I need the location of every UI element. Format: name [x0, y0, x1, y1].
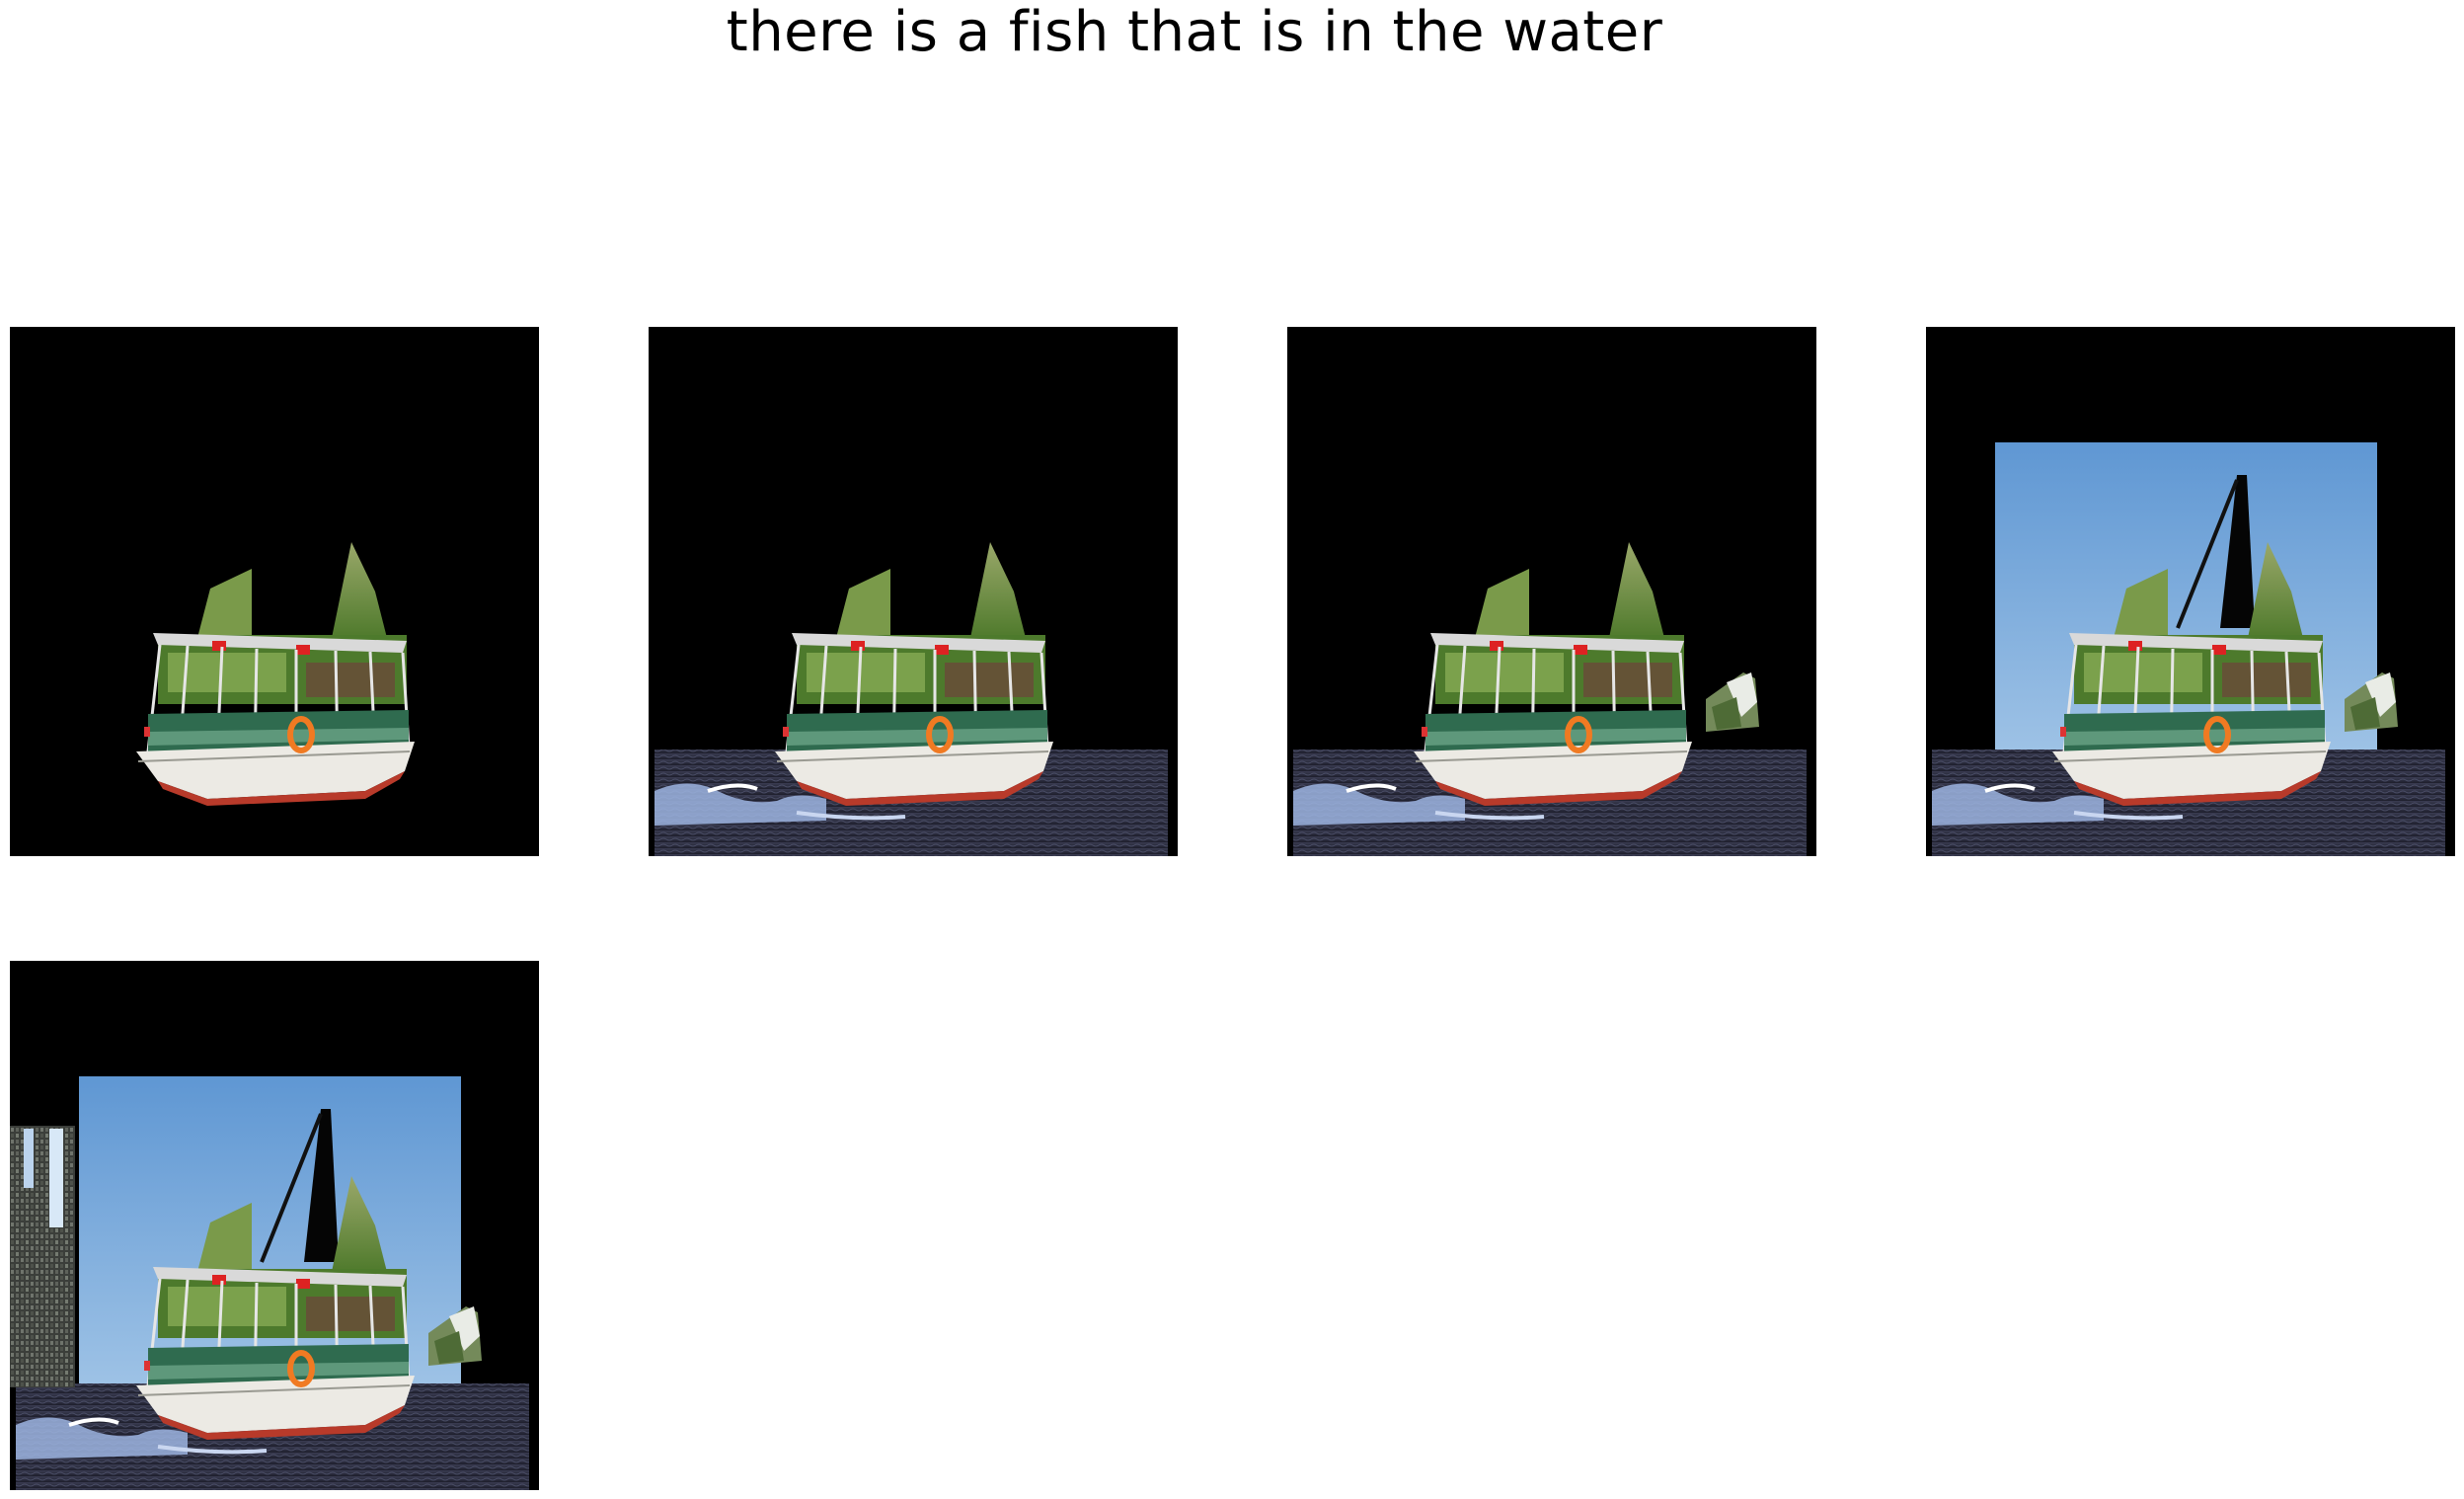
boat-water-image — [649, 327, 1178, 856]
image-panel-4 — [1926, 327, 2455, 856]
boat-water-foliage-image — [1287, 327, 1816, 856]
image-panel-5 — [10, 961, 539, 1490]
image-panel-3 — [1287, 327, 1816, 856]
image-panel-2 — [649, 327, 1178, 856]
figure-title: there is a fish that is in the water — [726, 0, 1663, 64]
boat-image — [10, 327, 539, 856]
boat-full-scene-image — [10, 961, 539, 1490]
boat-sky-sail-image — [1926, 327, 2455, 856]
image-panel-1 — [10, 327, 539, 856]
